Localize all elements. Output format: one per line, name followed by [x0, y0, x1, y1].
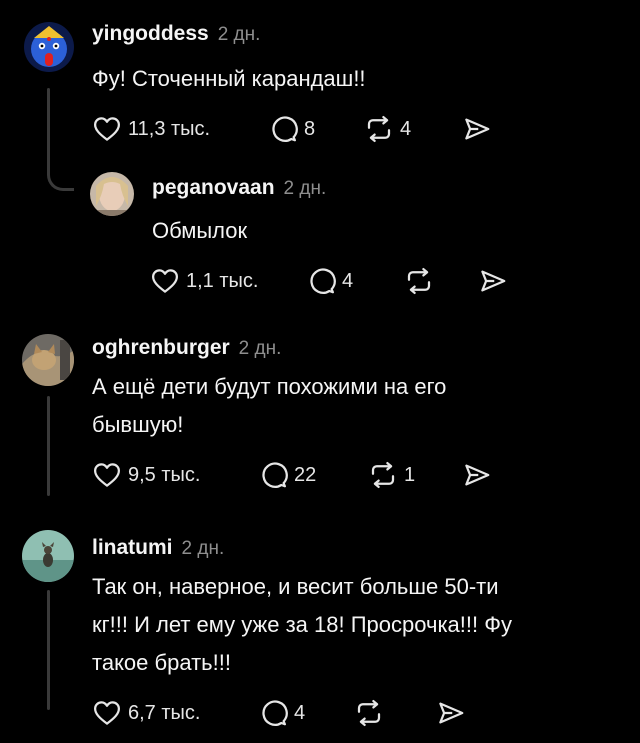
username[interactable]: peganovaan	[152, 176, 275, 200]
comment-icon	[258, 698, 288, 728]
like-button[interactable]: 11,3 тыс.	[92, 112, 210, 146]
repost-button[interactable]	[354, 696, 384, 730]
heart-icon	[92, 698, 122, 728]
cat-photo-avatar[interactable]	[22, 334, 74, 386]
share-icon	[478, 266, 508, 296]
reply-button[interactable]: 4	[306, 264, 353, 298]
comment-text: Фу! Сточенный карандаш!!	[92, 66, 366, 91]
repost-button[interactable]: 1	[368, 458, 415, 492]
repost-icon	[368, 460, 398, 490]
like-count: 9,5 тыс.	[128, 463, 201, 486]
comment-text-line: А ещё дети будут похожими на его	[92, 374, 447, 399]
thread-line	[47, 88, 50, 176]
reply-button[interactable]: 4	[258, 696, 305, 730]
timestamp: 2 дн.	[283, 178, 327, 199]
username[interactable]: oghrenburger	[92, 336, 230, 360]
share-button[interactable]	[462, 458, 492, 492]
like-button[interactable]: 1,1 тыс.	[150, 264, 258, 298]
action-bar: 1,1 тыс. 4	[150, 264, 510, 298]
repost-button[interactable]	[404, 264, 434, 298]
action-bar: 11,3 тыс. 8 4	[92, 112, 512, 146]
repost-icon	[354, 698, 384, 728]
reply-count: 4	[294, 701, 306, 724]
share-icon	[462, 460, 492, 490]
heart-icon	[92, 114, 122, 144]
comment-text-line: такое брать!!!	[92, 650, 231, 675]
heart-icon	[150, 266, 180, 296]
like-button[interactable]: 9,5 тыс.	[92, 458, 200, 492]
comment-icon	[306, 266, 336, 296]
share-button[interactable]	[436, 696, 466, 730]
comment-icon	[258, 460, 288, 490]
comment-text-line: кг!!! И лет ему уже за 18! Просрочка!!! …	[92, 612, 512, 637]
thread-line	[47, 590, 50, 710]
comment-header: linatumi 2 дн.	[92, 536, 224, 560]
comment-text: А ещё дети будут похожими на его бывшую!	[92, 368, 446, 444]
heart-icon	[92, 460, 122, 490]
repost-icon	[364, 114, 394, 144]
repost-button[interactable]: 4	[364, 112, 411, 146]
repost-icon	[404, 266, 434, 296]
username[interactable]: linatumi	[92, 536, 173, 560]
username[interactable]: yingoddess	[92, 22, 209, 46]
share-icon	[436, 698, 466, 728]
reply-count: 8	[304, 117, 316, 140]
reply-button[interactable]: 22	[258, 458, 316, 492]
repost-count: 1	[404, 463, 416, 486]
timestamp: 2 дн.	[217, 24, 261, 45]
reply-header: peganovaan 2 дн.	[152, 176, 326, 200]
water-photo-avatar[interactable]	[22, 530, 74, 582]
thread-line	[47, 396, 50, 496]
action-bar: 9,5 тыс. 22 1	[92, 458, 512, 492]
comment-icon	[268, 114, 298, 144]
portrait-photo-avatar[interactable]	[90, 172, 134, 216]
repost-count: 4	[400, 117, 412, 140]
comment-text-line: Так он, наверное, и весит больше 50-ти	[92, 574, 499, 599]
goddess-face-avatar[interactable]	[24, 22, 74, 72]
reply-connector	[47, 170, 74, 191]
action-bar: 6,7 тыс. 4	[92, 696, 512, 730]
comment-text-line: бывшую!	[92, 412, 184, 437]
like-count: 1,1 тыс.	[186, 269, 259, 292]
comment-text: Так он, наверное, и весит больше 50-ти к…	[92, 568, 512, 682]
comment-header: oghrenburger 2 дн.	[92, 336, 281, 360]
like-count: 6,7 тыс.	[128, 701, 201, 724]
like-button[interactable]: 6,7 тыс.	[92, 696, 200, 730]
reply-text: Обмылок	[152, 218, 248, 243]
reply-count: 22	[294, 463, 317, 486]
share-button[interactable]	[478, 264, 508, 298]
comment-header: yingoddess 2 дн.	[92, 22, 260, 46]
share-icon	[462, 114, 492, 144]
like-count: 11,3 тыс.	[128, 117, 211, 140]
reply-button[interactable]: 8	[268, 112, 315, 146]
timestamp: 2 дн.	[238, 338, 282, 359]
share-button[interactable]	[462, 112, 492, 146]
reply-count: 4	[342, 269, 354, 292]
timestamp: 2 дн.	[181, 538, 225, 559]
